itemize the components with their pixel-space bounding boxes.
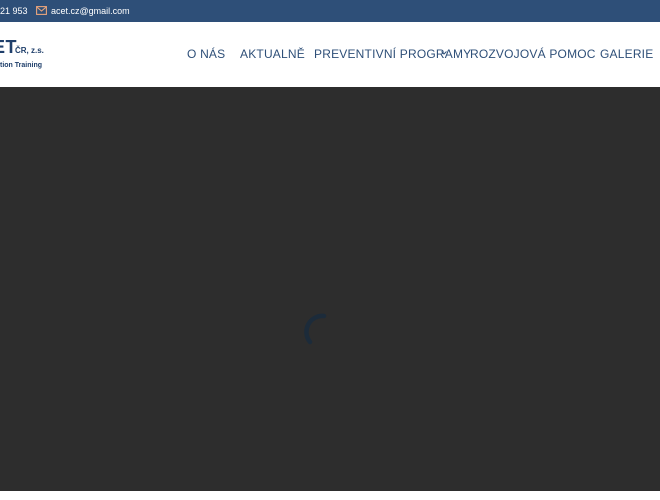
site-header: ET ČR, z.s. tion Training O NÁS AKTUALNĚ… (0, 22, 660, 87)
envelope-icon (36, 6, 47, 15)
logo-tagline: tion Training (0, 62, 42, 69)
chevron-down-icon[interactable] (441, 51, 447, 55)
loading-spinner-icon (304, 313, 327, 345)
nav-item-rozvojova-pomoc[interactable]: ROZVOJOVÁ POMOC (470, 47, 596, 61)
bottom-strip (0, 491, 660, 500)
logo-suffix: ČR, z.s. (15, 46, 44, 55)
nav-item-preventivni-programy[interactable]: PREVENTIVNÍ PROGRAMY (314, 47, 471, 61)
top-contact-bar: 21 953 acet.cz@gmail.com (0, 0, 660, 22)
email-link[interactable]: acet.cz@gmail.com (51, 6, 130, 16)
nav-item-galerie[interactable]: GALERIE (600, 47, 653, 61)
nav-item-aktualne[interactable]: AKTUALNĚ (240, 47, 305, 61)
phone-number[interactable]: 21 953 (0, 6, 28, 16)
nav-item-o-nas[interactable]: O NÁS (187, 47, 225, 61)
page-loader-overlay (0, 87, 660, 491)
